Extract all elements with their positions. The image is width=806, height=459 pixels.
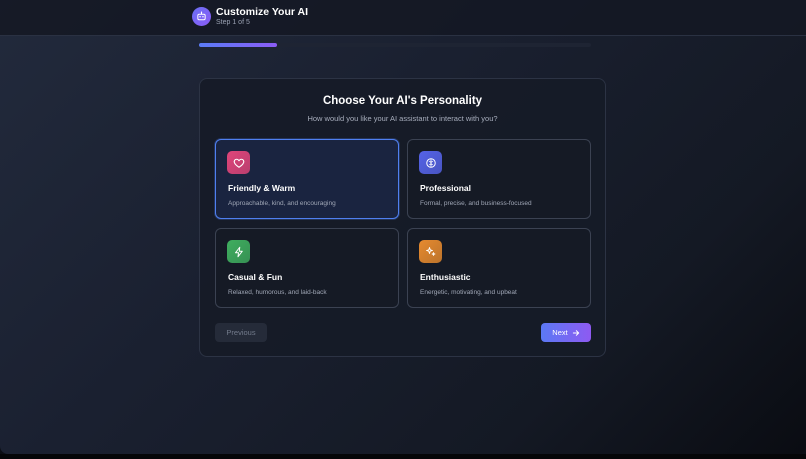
robot-logo-icon [192,7,211,26]
option-name: Professional [420,183,472,193]
option-name: Casual & Fun [228,272,283,282]
previous-button[interactable]: Previous [215,323,267,342]
previous-label: Previous [226,328,256,337]
brain-icon [419,151,442,174]
option-description: Formal, precise, and business-focused [420,200,532,207]
lightning-icon [227,240,250,263]
option-card-professional[interactable]: Professional Formal, precise, and busine… [407,139,591,219]
option-card-friendly[interactable]: Friendly & Warm Approachable, kind, and … [215,139,399,219]
option-description: Energetic, motivating, and upbeat [420,289,517,296]
option-name: Enthusiastic [420,272,471,282]
sparkles-icon [419,240,442,263]
option-card-enthusiastic[interactable]: Enthusiastic Energetic, motivating, and … [407,228,591,308]
window-bottom-edge [0,454,806,459]
panel-subtitle: How would you like your AI assistant to … [307,114,498,123]
header: Customize Your AI Step 1 of 5 [0,0,806,36]
heart-icon [227,151,250,174]
option-description: Relaxed, humorous, and laid-back [228,289,327,296]
next-button[interactable]: Next [541,323,591,342]
arrow-right-icon [572,329,579,336]
option-name: Friendly & Warm [228,183,296,193]
app-window: Customize Your AI Step 1 of 5 Choose You… [0,0,806,454]
next-label: Next [552,328,568,337]
option-description: Approachable, kind, and encouraging [228,200,336,207]
personality-panel: Choose Your AI's Personality How would y… [199,78,606,357]
progress-bar [199,43,591,47]
page-title: Customize Your AI [216,6,308,18]
panel-title: Choose Your AI's Personality [322,95,483,107]
progress-fill [199,43,278,47]
step-indicator: Step 1 of 5 [216,19,250,26]
option-card-casual[interactable]: Casual & Fun Relaxed, humorous, and laid… [215,228,399,308]
